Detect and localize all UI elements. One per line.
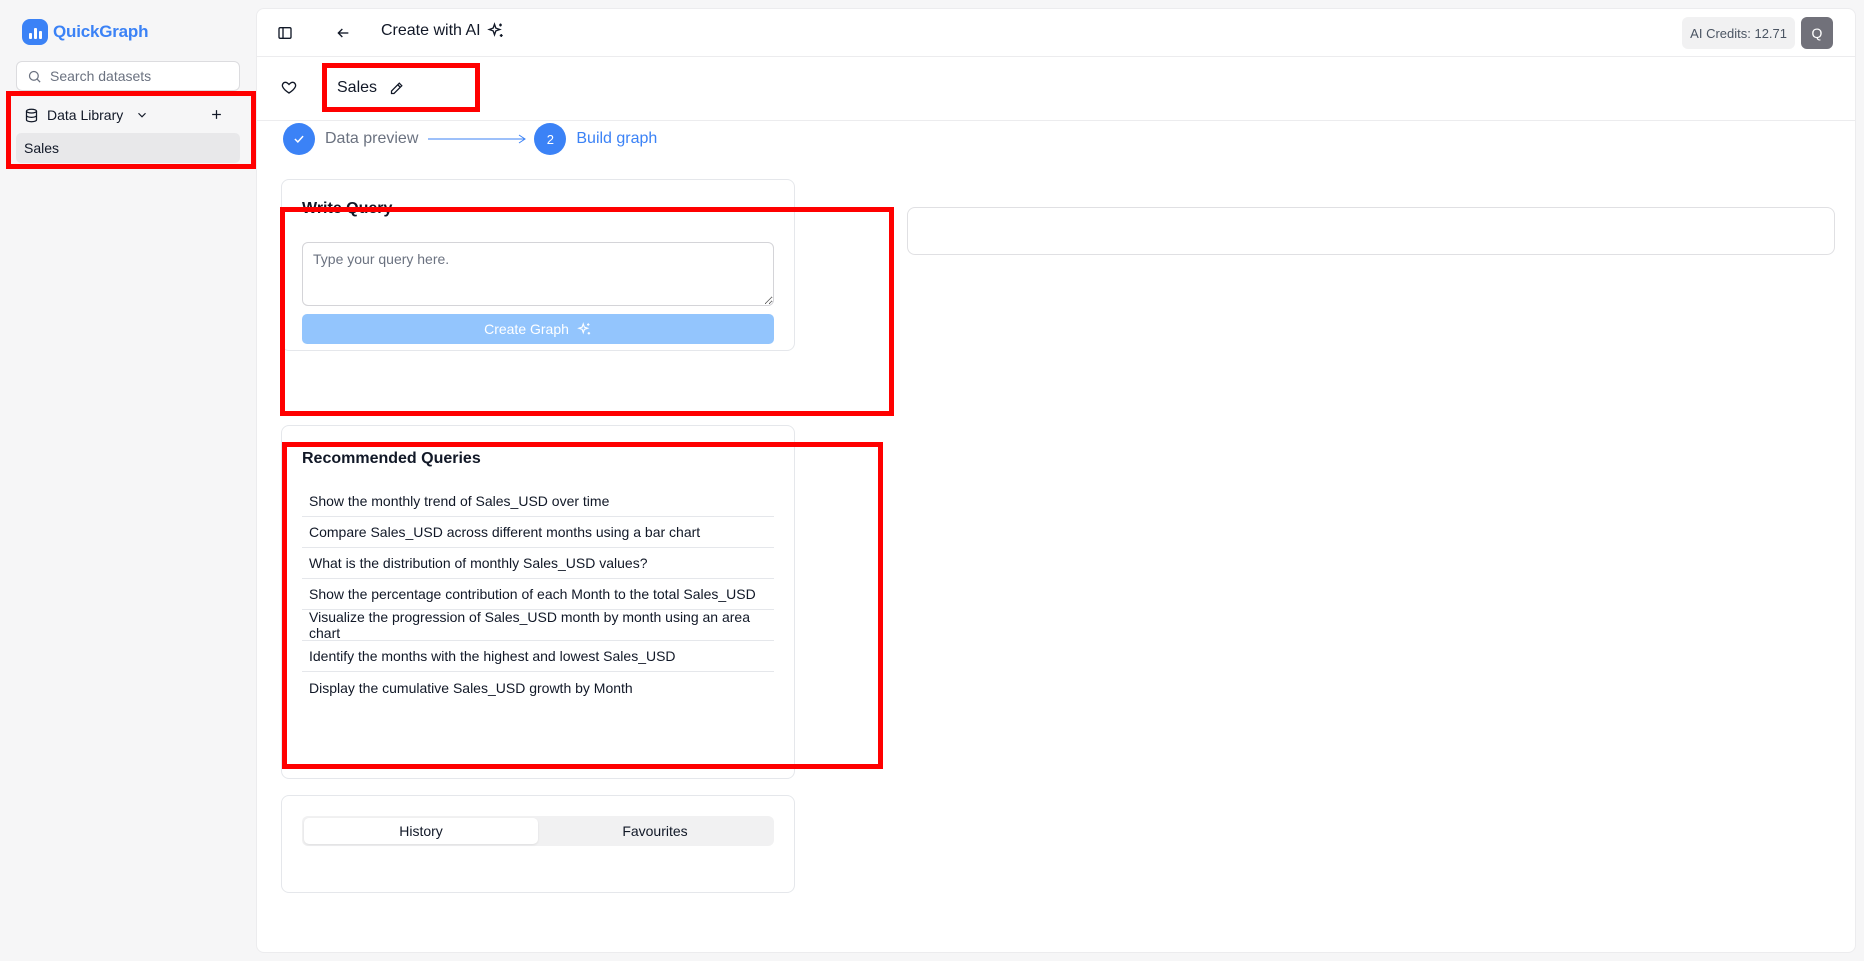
recommended-query-item[interactable]: Show the monthly trend of Sales_USD over… bbox=[302, 486, 774, 517]
recommended-queries-list: Show the monthly trend of Sales_USD over… bbox=[302, 486, 774, 703]
main-panel: Create with AI AI Credits: 12.71 Q Sales… bbox=[256, 8, 1856, 953]
ai-credits-badge: AI Credits: 12.71 bbox=[1682, 17, 1795, 49]
dataset-bar: Sales bbox=[257, 57, 1855, 121]
user-avatar[interactable]: Q bbox=[1801, 17, 1833, 49]
pencil-icon[interactable] bbox=[389, 81, 404, 96]
write-query-card: Write Query Create Graph bbox=[281, 179, 795, 351]
history-tabs: History Favourites bbox=[302, 816, 774, 846]
sidebar-item-sales[interactable]: Sales bbox=[16, 133, 240, 163]
tab-history[interactable]: History bbox=[304, 818, 538, 844]
check-icon bbox=[283, 123, 315, 155]
recommended-queries-title: Recommended Queries bbox=[302, 450, 481, 467]
page-title: Create with AI bbox=[381, 22, 505, 40]
recommended-queries-card: Recommended Queries Show the monthly tre… bbox=[281, 425, 795, 779]
step-number: 2 bbox=[534, 123, 567, 155]
step-data-preview[interactable]: Data preview bbox=[325, 130, 418, 148]
query-textarea[interactable] bbox=[302, 242, 774, 306]
search-input[interactable] bbox=[50, 68, 230, 84]
recommended-query-item[interactable]: Compare Sales_USD across different month… bbox=[302, 517, 774, 548]
recommended-query-item[interactable]: Show the percentage contribution of each… bbox=[302, 579, 774, 610]
step-build-graph[interactable]: Build graph bbox=[576, 130, 657, 148]
recommended-query-item[interactable]: Identify the months with the highest and… bbox=[302, 641, 774, 672]
sparkles-icon bbox=[486, 22, 505, 40]
add-dataset-icon[interactable] bbox=[209, 107, 224, 122]
database-icon bbox=[24, 108, 39, 123]
dataset-name: Sales bbox=[337, 79, 404, 97]
create-graph-button[interactable]: Create Graph bbox=[302, 314, 774, 344]
heart-icon[interactable] bbox=[281, 79, 297, 95]
write-query-title: Write Query bbox=[302, 200, 393, 217]
chart-bars-icon bbox=[22, 19, 48, 45]
back-arrow-icon[interactable] bbox=[331, 21, 355, 45]
sidebar-toggle-icon[interactable] bbox=[273, 21, 297, 45]
recommended-query-item[interactable]: What is the distribution of monthly Sale… bbox=[302, 548, 774, 579]
create-graph-label: Create Graph bbox=[484, 321, 569, 337]
recommended-query-item[interactable]: Visualize the progression of Sales_USD m… bbox=[302, 609, 774, 641]
recommended-query-item[interactable]: Display the cumulative Sales_USD growth … bbox=[302, 672, 774, 703]
sparkles-icon bbox=[577, 321, 592, 337]
dataset-name-text: Sales bbox=[337, 79, 378, 96]
stepper: Data preview 2 Build graph bbox=[283, 123, 657, 155]
page-title-text: Create with AI bbox=[381, 22, 481, 39]
app-name: QuickGraph bbox=[53, 22, 149, 41]
sidebar: QuickGraph Data Library Sales bbox=[0, 0, 256, 961]
app-logo[interactable]: QuickGraph bbox=[22, 19, 149, 45]
tab-favourites[interactable]: Favourites bbox=[538, 818, 772, 844]
search-icon bbox=[27, 69, 42, 84]
data-library-label: Data Library bbox=[47, 107, 124, 123]
chevron-down-icon[interactable] bbox=[135, 108, 149, 122]
graph-output-panel bbox=[907, 207, 1835, 255]
step-connector-arrow-icon bbox=[428, 134, 528, 144]
history-card: History Favourites bbox=[281, 795, 795, 893]
data-library-header[interactable]: Data Library bbox=[16, 101, 240, 129]
top-bar: Create with AI AI Credits: 12.71 Q bbox=[257, 9, 1855, 57]
search-box[interactable] bbox=[16, 61, 240, 91]
